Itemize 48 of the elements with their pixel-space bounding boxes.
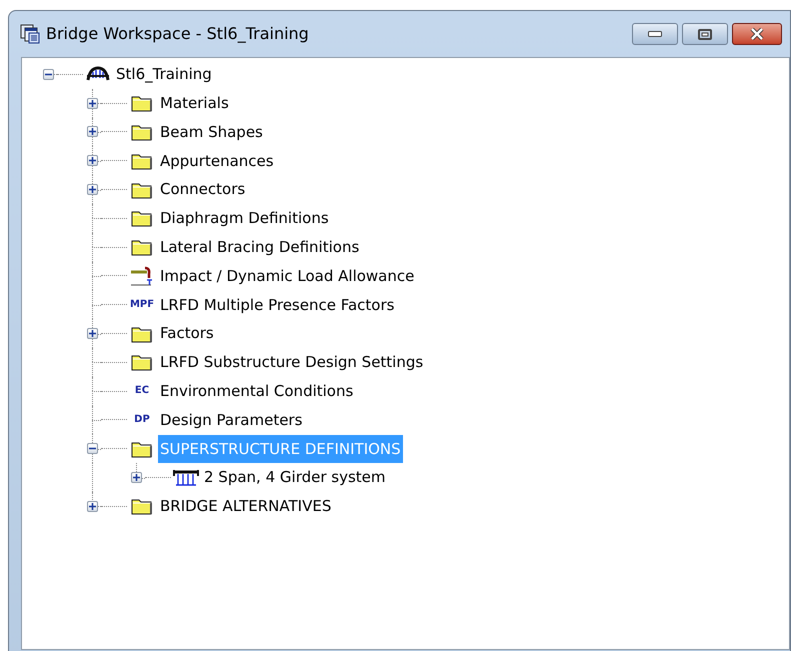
folder-icon — [131, 152, 153, 170]
collapse-icon[interactable] — [42, 68, 54, 80]
window-title: Bridge Workspace - Stl6_Training — [46, 23, 309, 45]
icon-label: EC — [134, 386, 150, 396]
tree-item[interactable]: Materials — [158, 88, 231, 118]
tree-item[interactable]: LRFD Substructure Design Settings — [158, 348, 426, 377]
icon-label: DP — [134, 414, 150, 425]
minimize-button[interactable] — [632, 23, 678, 45]
folder-icon — [131, 180, 153, 199]
tree-item[interactable]: Lateral Bracing Definitions — [158, 232, 362, 262]
tree-item[interactable]: LRFD Multiple Presence Factors — [158, 290, 396, 320]
arch-bridge-icon — [86, 66, 110, 82]
folder-icon — [131, 440, 153, 458]
close-icon — [749, 28, 765, 40]
tree-item[interactable]: 2 Span, 4 Girder system — [202, 463, 388, 492]
folder-icon — [131, 497, 153, 516]
folder-icon — [131, 238, 153, 256]
collapse-icon[interactable] — [86, 443, 98, 454]
tree-item[interactable]: Stl6_Training — [114, 60, 214, 89]
expand-icon[interactable] — [86, 328, 98, 340]
expand-icon[interactable] — [86, 98, 98, 109]
tree-item[interactable]: Factors — [158, 319, 216, 348]
tree-item[interactable]: Appurtenances — [158, 146, 276, 176]
expand-icon[interactable] — [86, 155, 98, 166]
tree-item[interactable]: BRIDGE ALTERNATIVES — [158, 492, 334, 521]
maximize-button[interactable] — [682, 23, 728, 45]
impact-load-icon — [130, 264, 154, 287]
girder-system-icon — [172, 468, 200, 487]
expand-icon[interactable] — [86, 126, 98, 138]
tree-item[interactable]: Beam Shapes — [158, 118, 265, 146]
expand-icon[interactable] — [130, 472, 142, 484]
minimize-icon — [648, 31, 662, 37]
close-button[interactable] — [732, 23, 782, 45]
folder-icon — [131, 94, 153, 112]
expand-icon[interactable] — [86, 500, 98, 512]
folder-icon — [131, 353, 153, 372]
app-icon — [20, 24, 40, 44]
expand-icon[interactable] — [86, 184, 98, 196]
icon-label: MPF — [130, 300, 154, 310]
folder-icon — [131, 122, 153, 141]
tree-item[interactable]: Impact / Dynamic Load Allowance — [158, 262, 416, 290]
tree-item[interactable]: Connectors — [158, 175, 248, 204]
tree-item[interactable]: Design Parameters — [158, 406, 304, 434]
folder-icon — [131, 324, 153, 343]
restore-icon — [698, 28, 712, 40]
tree-item[interactable]: Environmental Conditions — [158, 376, 356, 406]
folder-icon — [131, 209, 153, 228]
tree-item[interactable]: Diaphragm Definitions — [158, 204, 331, 233]
